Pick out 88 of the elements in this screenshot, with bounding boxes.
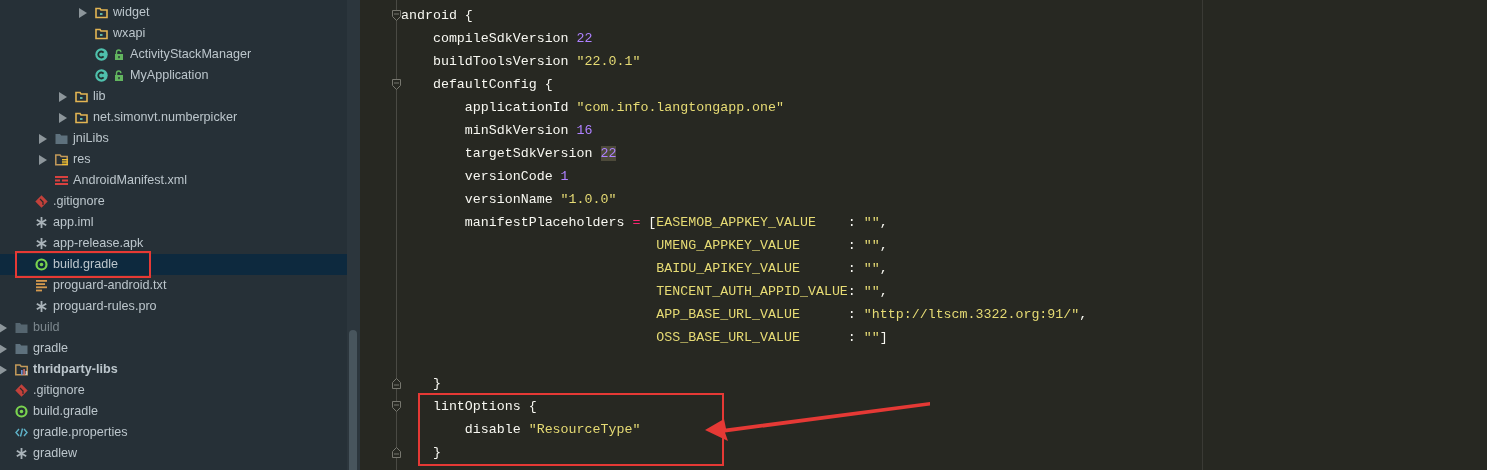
package-icon: [75, 111, 88, 124]
tree-item[interactable]: app.iml: [0, 212, 347, 233]
code-line: targetSdkVersion 22: [463, 145, 617, 163]
item-label: .gitignore: [33, 382, 85, 400]
tree-item[interactable]: gradle.properties: [0, 422, 347, 443]
code-line: OSS_BASE_URL_VALUE : ""]: [656, 329, 888, 347]
tree-item[interactable]: jniLibs: [0, 128, 347, 149]
manifest-icon: [55, 174, 68, 187]
item-label: lib: [93, 88, 106, 106]
resource-folder-icon: [55, 153, 68, 166]
scrollbar-thumb[interactable]: [349, 330, 357, 470]
tree-item[interactable]: MyApplication: [0, 65, 347, 86]
class-icon: [95, 69, 108, 82]
item-label: gradlew: [33, 445, 78, 463]
item-label: proguard-android.txt: [53, 277, 167, 295]
code-line: APP_BASE_URL_VALUE : "http://ltscm.3322.org:91/",: [656, 306, 1088, 324]
code-line: lintOptions {: [431, 398, 537, 416]
item-label: wxapi: [113, 25, 146, 43]
item-label: jniLibs: [73, 130, 109, 148]
code-line: applicationId "com.info.langtongapp.one": [463, 99, 785, 117]
code-line: minSdkVersion 16: [463, 122, 593, 140]
asterisk-file-icon: [35, 237, 48, 250]
tree-item[interactable]: proguard-rules.pro: [0, 296, 347, 317]
item-label: proguard-rules.pro: [53, 298, 157, 316]
folder-icon: [15, 321, 28, 334]
code-line: disable "ResourceType": [463, 421, 641, 439]
code-line: defaultConfig {: [431, 76, 553, 94]
code-line: manifestPlaceholders = [EASEMOB_APPKEY_VALUE : "",: [463, 214, 888, 232]
tree-item[interactable]: thridparty-libs: [0, 359, 347, 380]
asterisk-file-icon: [35, 300, 48, 313]
item-label: widget: [113, 4, 150, 22]
tree-item[interactable]: net.simonvt.numberpicker: [0, 107, 347, 128]
item-label: MyApplication: [130, 67, 209, 85]
tree-item[interactable]: gradlew: [0, 443, 347, 464]
folder-icon: [55, 132, 68, 145]
item-label: build: [33, 319, 60, 337]
code-line: buildToolsVersion "22.0.1": [431, 53, 641, 71]
lock-icon: [114, 70, 124, 81]
item-label: gradle: [33, 340, 68, 358]
tree-item[interactable]: widget: [0, 2, 347, 23]
text-file-icon: [35, 279, 48, 292]
class-icon: [95, 48, 108, 61]
code-file-icon: [15, 426, 28, 439]
code-line: versionCode 1: [463, 168, 569, 186]
item-label: thridparty-libs: [33, 361, 118, 379]
asterisk-file-icon: [15, 447, 28, 460]
tree-item[interactable]: build.gradle: [0, 401, 347, 422]
tree-item[interactable]: app-release.apk: [0, 233, 347, 254]
asterisk-file-icon: [35, 216, 48, 229]
tree-item[interactable]: AndroidManifest.xml: [0, 170, 347, 191]
code-line: TENCENT_AUTH_APPID_VALUE: "",: [656, 283, 888, 301]
code-line: versionName "1.0.0": [463, 191, 617, 209]
tree-item[interactable]: build: [0, 317, 347, 338]
item-label: ActivityStackManager: [130, 46, 252, 64]
code-line: BAIDU_APIKEY_VALUE : "",: [656, 260, 888, 278]
tree-item[interactable]: .gitignore: [0, 191, 347, 212]
gradle-icon: [15, 405, 28, 418]
lock-icon: [114, 49, 124, 60]
item-label: AndroidManifest.xml: [73, 172, 188, 190]
git-icon: [35, 195, 48, 208]
folder-icon: [15, 342, 28, 355]
package-icon: [95, 27, 108, 40]
gradle-icon: [35, 258, 48, 271]
code-line: compileSdkVersion 22: [431, 30, 593, 48]
item-label: build.gradle: [33, 403, 99, 421]
code-line: }: [431, 444, 441, 462]
module-folder-icon: [15, 363, 28, 376]
tree-item[interactable]: res: [0, 149, 347, 170]
item-label: app-release.apk: [53, 235, 144, 253]
tree-item[interactable]: ActivityStackManager: [0, 44, 347, 65]
tree-item[interactable]: build.gradle: [0, 254, 347, 275]
item-label: .gitignore: [53, 193, 105, 211]
tree-item[interactable]: proguard-android.txt: [0, 275, 347, 296]
code-line: android {: [401, 7, 473, 25]
item-label: res: [73, 151, 91, 169]
git-icon: [15, 384, 28, 397]
package-icon: [95, 6, 108, 19]
item-label: build.gradle: [53, 256, 119, 274]
tree-item[interactable]: wxapi: [0, 23, 347, 44]
tree-item[interactable]: gradle: [0, 338, 347, 359]
item-label: app.iml: [53, 214, 94, 232]
code-line: UMENG_APPKEY_VALUE : "",: [656, 237, 888, 255]
tree-item[interactable]: .gitignore: [0, 380, 347, 401]
tree-item[interactable]: lib: [0, 86, 347, 107]
code-line: }: [431, 375, 441, 393]
item-label: net.simonvt.numberpicker: [93, 109, 238, 127]
item-label: gradle.properties: [33, 424, 128, 442]
package-icon: [75, 90, 88, 103]
